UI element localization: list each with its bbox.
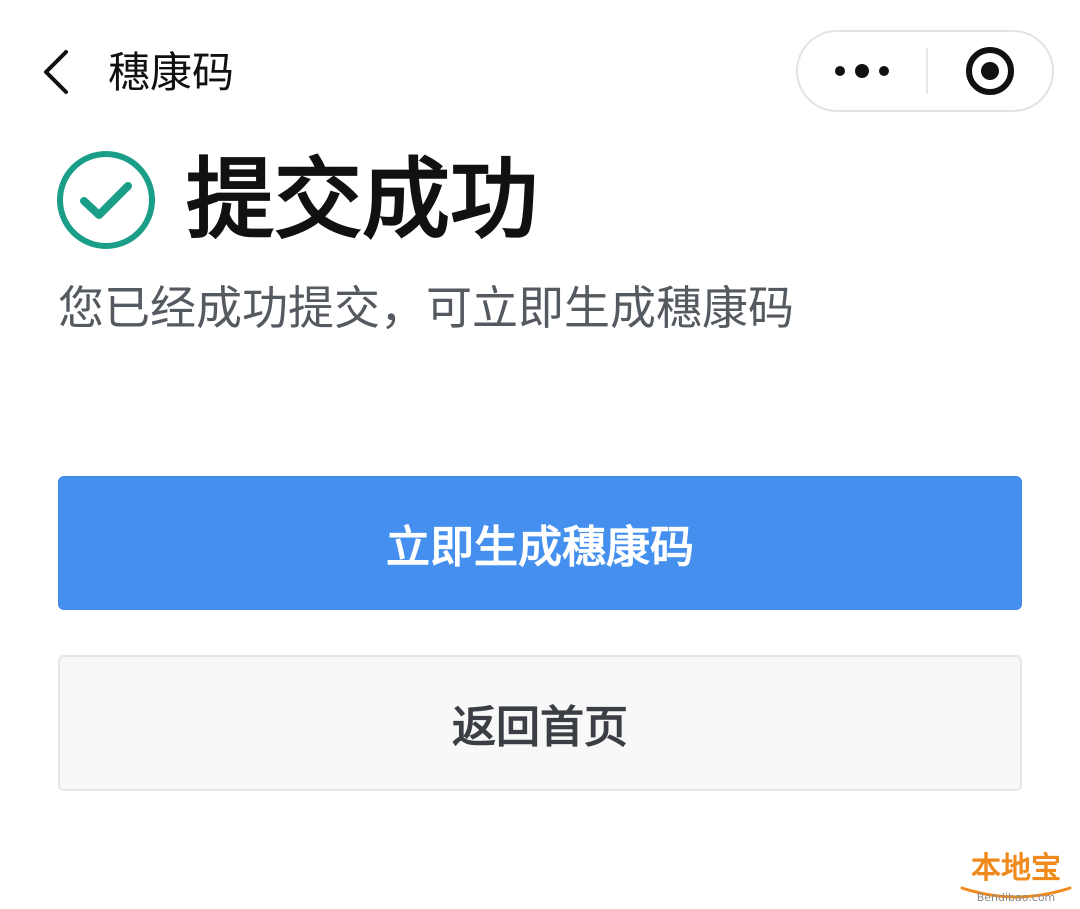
check-circle-icon — [57, 151, 155, 249]
chevron-left-icon — [44, 50, 68, 94]
more-dots-icon — [830, 64, 894, 78]
more-button[interactable] — [798, 32, 926, 110]
success-description: 您已经成功提交，可立即生成穗康码 — [58, 281, 794, 335]
back-button[interactable] — [30, 42, 80, 102]
watermark-logo: 本地宝 Bendibao.com — [960, 851, 1072, 904]
watermark-domain: Bendibao.com — [977, 891, 1056, 904]
success-title: 提交成功 — [186, 148, 539, 251]
navigation-bar: 穗康码 — [0, 0, 1080, 140]
watermark: 本地宝 Bendibao.com — [944, 838, 1074, 904]
generate-health-code-button[interactable]: 立即生成穗康码 — [58, 476, 1022, 610]
watermark-brand: 本地宝 — [971, 851, 1061, 886]
page-title: 穗康码 — [108, 48, 235, 97]
return-home-button[interactable]: 返回首页 — [58, 655, 1022, 791]
mini-program-capsule — [796, 30, 1054, 112]
close-mini-program-button[interactable] — [928, 32, 1052, 110]
target-circle-icon — [966, 47, 1014, 95]
